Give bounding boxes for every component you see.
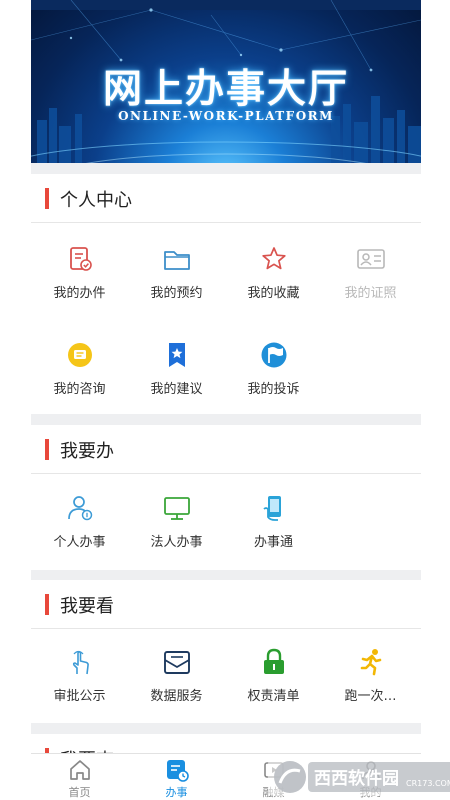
grid-item-legal-entity-affairs[interactable]: 法人办事 — [128, 493, 225, 550]
document-check-icon — [69, 247, 92, 271]
tab-home[interactable]: 首页 — [31, 758, 128, 800]
watermark-site: CR173.COM — [406, 779, 450, 788]
grid-item-approval-publicity[interactable]: 审批公示 — [31, 647, 128, 704]
section-title: 个人中心 — [60, 190, 132, 211]
grid-item-label: 我的收藏 — [247, 286, 300, 301]
section-header: 个人中心 — [31, 174, 421, 223]
grid-item-my-licenses[interactable]: 我的证照 — [322, 244, 419, 301]
watermark-brand: 西西软件园 — [314, 768, 399, 789]
grid-item-my-appointments[interactable]: 我的预约 — [128, 244, 225, 301]
grid-item-label: 跑一次… — [344, 689, 397, 704]
touch-hand-icon — [72, 650, 89, 675]
person-icon — [67, 496, 92, 521]
grid-item-label: 我的办件 — [53, 286, 106, 301]
grid-item-label: 我的咨询 — [53, 382, 106, 397]
grid-item-label: 我的建议 — [150, 382, 203, 397]
id-card-icon — [356, 249, 385, 269]
grid-item-data-services[interactable]: 数据服务 — [128, 647, 225, 704]
phone-hand-icon — [262, 496, 281, 521]
section-accent-bar — [45, 594, 49, 615]
personal-center-card: 个人中心 我的办件 我的预约 我的收藏 我的证照 我的咨询 我的建议 我的投诉 — [31, 174, 421, 414]
grid-item-label: 审批公示 — [53, 689, 106, 704]
monitor-icon — [163, 497, 190, 520]
task-icon — [166, 760, 189, 782]
grid-item-label: 个人办事 — [53, 535, 106, 550]
banner-subtitle: ONLINE-WORK-PLATFORM — [118, 109, 334, 123]
grid-item-label: 我的证照 — [344, 286, 397, 301]
folder-icon — [163, 251, 190, 270]
banner[interactable]: 网上办事大厅 ONLINE-WORK-PLATFORM — [31, 0, 421, 163]
mail-box-icon — [163, 651, 190, 674]
section-title: 我要看 — [60, 596, 114, 617]
grid-item-personal-affairs[interactable]: 个人办事 — [31, 493, 128, 550]
home-icon — [69, 760, 90, 780]
bookmark-star-icon — [168, 343, 185, 367]
chat-bubble-icon — [67, 343, 92, 367]
banner-title: 网上办事大厅 — [102, 67, 349, 112]
section-accent-bar — [45, 439, 49, 460]
to-do-card: 我要办 个人办事 法人办事 办事通 — [31, 425, 421, 570]
to-view-card: 我要看 审批公示 数据服务 权责清单 跑一次… — [31, 580, 421, 723]
star-icon — [261, 247, 286, 270]
section-title: 我要办 — [60, 441, 114, 462]
grid-item-my-favorites[interactable]: 我的收藏 — [225, 244, 322, 301]
watermark-logo: 西西软件园 CR173.COM — [268, 758, 450, 796]
tab-label: 首页 — [68, 786, 91, 799]
running-person-icon — [360, 649, 381, 676]
grid-item-my-complaints[interactable]: 我的投诉 — [225, 340, 322, 397]
grid-item-label: 数据服务 — [150, 689, 203, 704]
section-header: 我要办 — [31, 425, 421, 474]
grid-item-my-cases[interactable]: 我的办件 — [31, 244, 128, 301]
grid-item-my-suggestions[interactable]: 我的建议 — [128, 340, 225, 397]
grid-item-label: 我的投诉 — [247, 382, 300, 397]
grid-item-label: 权责清单 — [247, 689, 300, 704]
app-screen: 网上办事大厅 ONLINE-WORK-PLATFORM 个人中心 我的办件 我的… — [31, 0, 421, 800]
grid-item-service-pass[interactable]: 办事通 — [225, 493, 322, 550]
flag-icon — [261, 342, 286, 368]
tab-services[interactable]: 办事 — [128, 758, 225, 800]
tab-label: 办事 — [165, 786, 188, 799]
grid-item-label: 办事通 — [253, 535, 293, 550]
section-accent-bar — [45, 188, 49, 209]
grid-item-my-consultations[interactable]: 我的咨询 — [31, 340, 128, 397]
section-header: 我要看 — [31, 580, 421, 629]
left-margin — [0, 0, 31, 800]
right-margin — [421, 0, 450, 800]
grid-item-label: 法人办事 — [150, 535, 203, 550]
grid-item-label: 我的预约 — [150, 286, 203, 301]
grid-item-run-once[interactable]: 跑一次… — [322, 647, 419, 704]
grid-item-responsibility-list[interactable]: 权责清单 — [225, 647, 322, 704]
lock-icon — [263, 648, 284, 674]
